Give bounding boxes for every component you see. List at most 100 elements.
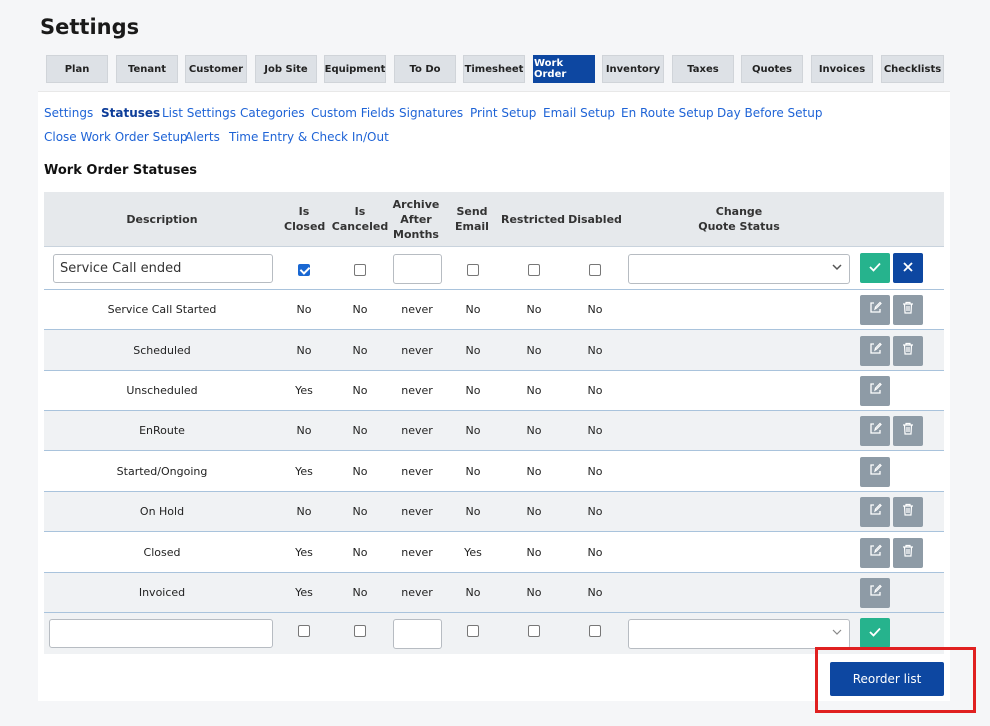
edit-icon — [869, 503, 882, 521]
new-restricted-checkbox[interactable] — [528, 625, 540, 637]
tab-invoices[interactable]: Invoices — [811, 55, 873, 83]
edit-button[interactable] — [860, 416, 890, 446]
col-is-canceled: Is Canceled — [331, 204, 389, 234]
tab-taxes[interactable]: Taxes — [672, 55, 734, 83]
check-icon — [869, 259, 881, 277]
subnav-close-work-order-setup[interactable]: Close Work Order Setup — [44, 130, 188, 144]
col-archive-line1: Archive — [392, 198, 440, 211]
highlight-annotation — [815, 647, 976, 713]
subnav-email-setup[interactable]: Email Setup — [543, 106, 615, 120]
save-edit-button[interactable] — [860, 253, 890, 283]
delete-button[interactable] — [893, 295, 923, 325]
cell-send-email: No — [465, 586, 481, 599]
edit-is-canceled-checkbox[interactable] — [354, 264, 366, 276]
edit-icon — [869, 422, 882, 440]
cell-is-closed: No — [296, 303, 312, 316]
edit-archive-input[interactable] — [393, 254, 442, 284]
cell-archive: never — [401, 344, 433, 357]
table-row: Started/Ongoing Yes No never No No No — [44, 451, 944, 492]
chevron-down-icon — [831, 626, 843, 641]
cell-disabled: No — [587, 586, 603, 599]
cell-send-email: No — [465, 505, 481, 518]
tab-customer[interactable]: Customer — [185, 55, 247, 83]
cell-send-email: No — [465, 465, 481, 478]
edit-disabled-checkbox[interactable] — [589, 264, 601, 276]
trash-icon — [902, 342, 914, 360]
edit-quote-status-select[interactable] — [628, 254, 850, 284]
cell-is-closed: Yes — [295, 465, 313, 478]
delete-button[interactable] — [893, 336, 923, 366]
tab-to-do[interactable]: To Do — [394, 55, 456, 83]
cell-archive: never — [401, 586, 433, 599]
tab-checklists[interactable]: Checklists — [881, 55, 944, 83]
settings-panel: Settings Statuses List Settings Categori… — [38, 91, 950, 701]
check-icon — [869, 624, 881, 642]
tab-timesheet[interactable]: Timesheet — [463, 55, 525, 83]
edit-row: Service Call ended — [44, 247, 944, 290]
tab-job-site[interactable]: Job Site — [255, 55, 317, 83]
col-send-email: Send Email — [449, 204, 495, 234]
col-change-quote-line2: Quote Status — [698, 220, 780, 233]
delete-button[interactable] — [893, 416, 923, 446]
add-status-button[interactable] — [860, 618, 890, 648]
edit-description-input[interactable]: Service Call ended — [53, 254, 273, 283]
tab-tenant[interactable]: Tenant — [116, 55, 178, 83]
subnav-day-before-setup[interactable]: Day Before Setup — [717, 106, 823, 120]
cell-archive: never — [401, 546, 433, 559]
new-is-closed-checkbox[interactable] — [298, 625, 310, 637]
table-row: Closed Yes No never Yes No No — [44, 532, 944, 573]
new-description-input[interactable] — [49, 619, 273, 648]
subnav-categories[interactable]: Categories — [240, 106, 305, 120]
cell-is-closed: No — [296, 505, 312, 518]
edit-button[interactable] — [860, 578, 890, 608]
subnav-list-settings[interactable]: List Settings — [162, 106, 236, 120]
table-row: Service Call Started No No never No No No — [44, 290, 944, 330]
subnav-en-route-setup[interactable]: En Route Setup — [621, 106, 714, 120]
cell-restricted: No — [526, 424, 542, 437]
cancel-edit-button[interactable] — [893, 253, 923, 283]
table-header: Description Is Closed Is Canceled Archiv… — [44, 192, 944, 247]
delete-button[interactable] — [893, 538, 923, 568]
subnav-settings[interactable]: Settings — [44, 106, 93, 120]
cell-is-canceled: No — [352, 546, 368, 559]
subnav-print-setup[interactable]: Print Setup — [470, 106, 536, 120]
table-row: Unscheduled Yes No never No No No — [44, 371, 944, 411]
edit-button[interactable] — [860, 336, 890, 366]
new-archive-input[interactable] — [393, 619, 442, 649]
subnav-alerts[interactable]: Alerts — [185, 130, 220, 144]
section-title: Work Order Statuses — [44, 163, 198, 178]
tab-quotes[interactable]: Quotes — [741, 55, 803, 83]
cell-is-closed: No — [296, 424, 312, 437]
subnav-signatures[interactable]: Signatures — [399, 106, 463, 120]
edit-is-closed-checkbox[interactable] — [298, 264, 310, 276]
cell-description: Scheduled — [133, 344, 191, 357]
new-is-canceled-checkbox[interactable] — [354, 625, 366, 637]
new-quote-status-select[interactable] — [628, 619, 850, 649]
tab-equipment[interactable]: Equipment — [324, 55, 386, 83]
edit-restricted-checkbox[interactable] — [528, 264, 540, 276]
new-disabled-checkbox[interactable] — [589, 625, 601, 637]
col-is-closed: Is Closed — [284, 204, 326, 234]
edit-button[interactable] — [860, 457, 890, 487]
new-send-email-checkbox[interactable] — [467, 625, 479, 637]
tab-work-order[interactable]: Work Order — [533, 55, 595, 83]
subnav-custom-fields[interactable]: Custom Fields — [311, 106, 395, 120]
edit-button[interactable] — [860, 497, 890, 527]
cell-send-email: No — [465, 344, 481, 357]
edit-button[interactable] — [860, 538, 890, 568]
edit-send-email-checkbox[interactable] — [467, 264, 479, 276]
subnav-time-entry[interactable]: Time Entry & Check In/Out — [229, 130, 389, 144]
edit-button[interactable] — [860, 376, 890, 406]
cell-is-closed: No — [296, 344, 312, 357]
col-send-email-line1: Send — [456, 205, 488, 218]
cell-archive: never — [401, 505, 433, 518]
col-is-closed-line2: Closed — [284, 220, 326, 233]
cell-disabled: No — [587, 384, 603, 397]
trash-icon — [902, 503, 914, 521]
subnav-statuses[interactable]: Statuses — [101, 106, 160, 120]
tab-inventory[interactable]: Inventory — [602, 55, 664, 83]
tab-plan[interactable]: Plan — [46, 55, 108, 83]
edit-icon — [869, 301, 882, 319]
edit-button[interactable] — [860, 295, 890, 325]
delete-button[interactable] — [893, 497, 923, 527]
